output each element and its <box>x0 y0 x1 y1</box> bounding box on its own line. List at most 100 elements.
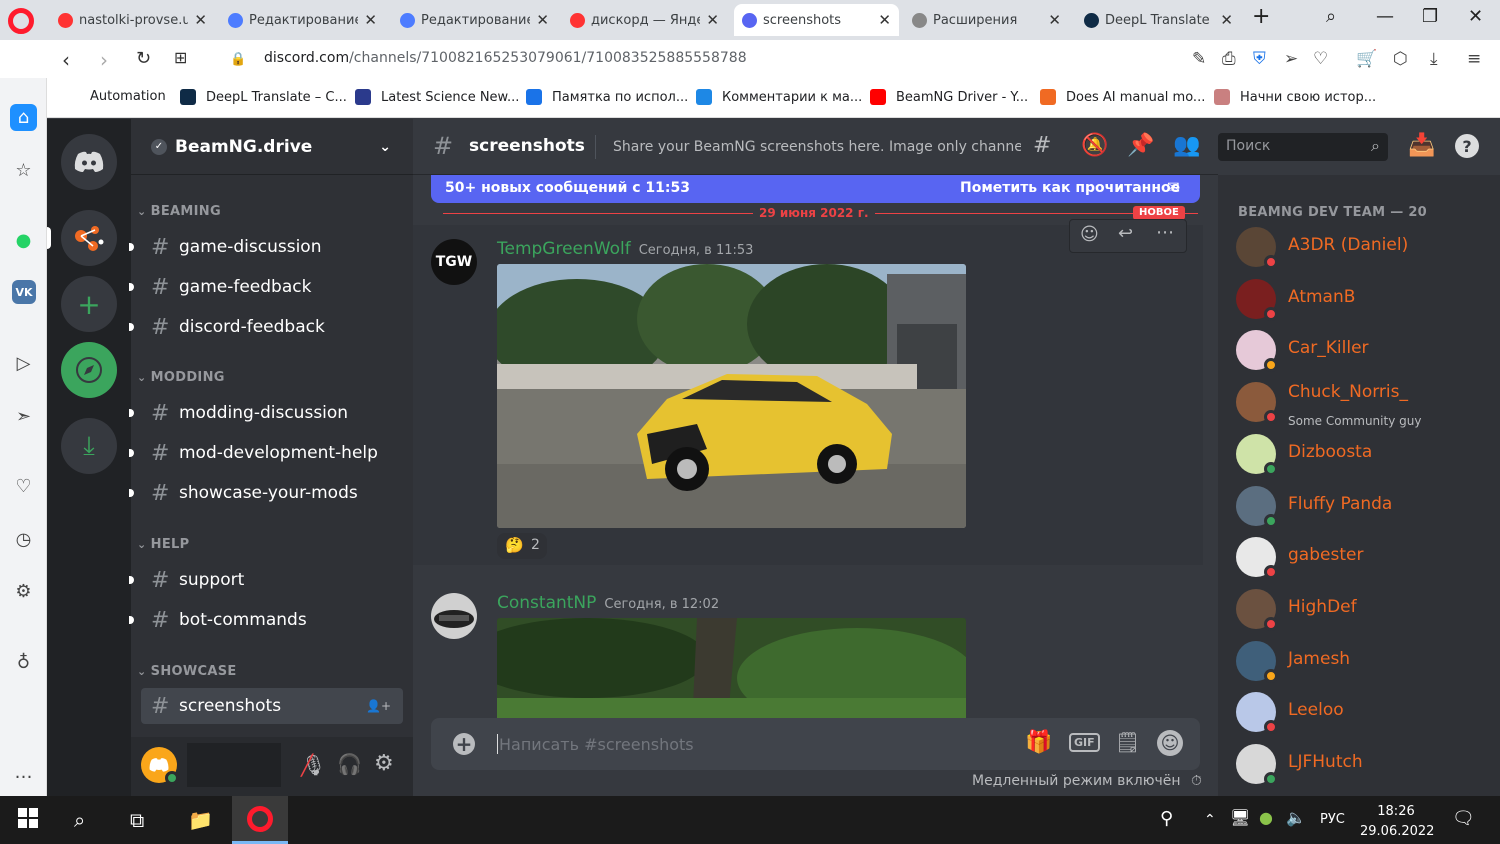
more-icon[interactable]: … <box>10 759 37 786</box>
channel-topic[interactable]: Share your BeamNG screenshots here. Imag… <box>613 139 1021 155</box>
reload-button[interactable]: ↻ <box>136 48 151 69</box>
discord-home-icon[interactable] <box>61 134 117 190</box>
chevron-up-icon[interactable]: ⌃ <box>1204 812 1216 828</box>
channel-mod-development-help[interactable]: # mod-development-help <box>141 435 403 471</box>
close-window-button[interactable]: ✕ <box>1468 6 1483 27</box>
bookmark-item[interactable]: Комментарии к ма... <box>696 89 862 105</box>
whatsapp-icon[interactable]: ● <box>10 227 37 254</box>
category-showcase[interactable]: ⌄ SHOWCASE <box>137 664 237 679</box>
opera-logo-icon[interactable] <box>8 8 34 34</box>
reaction-chip[interactable]: 🤔 2 <box>497 533 547 559</box>
notifications-muted-icon[interactable]: 🔕 <box>1081 133 1108 158</box>
explore-servers-icon[interactable] <box>61 342 117 398</box>
message-input[interactable]: Написать #screenshots <box>499 735 694 754</box>
threads-icon[interactable]: # <box>1033 133 1051 158</box>
reply-icon[interactable]: ↩ <box>1118 223 1133 244</box>
more-options-icon[interactable]: ⋯ <box>1156 222 1174 243</box>
avatar[interactable] <box>141 747 179 785</box>
forward-button[interactable]: › <box>100 48 108 72</box>
channel-support[interactable]: # support <box>141 562 403 598</box>
channel-modding-discussion[interactable]: # modding-discussion <box>141 395 403 431</box>
member-item[interactable]: LJFHutch <box>1236 744 1496 788</box>
download-icon[interactable]: ⤓ <box>1430 49 1438 69</box>
browser-tab[interactable]: DeepL Translate - ✕ <box>1076 4 1241 36</box>
screenshot-image[interactable] <box>497 264 966 528</box>
browser-tab[interactable]: Редактирование ✕ <box>392 4 557 36</box>
volume-icon[interactable]: 🔈 <box>1286 808 1306 827</box>
channel-bot-commands[interactable]: # bot-commands <box>141 602 403 638</box>
network-icon[interactable]: 🖥 <box>1230 808 1250 827</box>
invite-icon[interactable]: 👤+ <box>366 699 391 713</box>
share-icon[interactable]: ✎ <box>1192 49 1206 69</box>
send-icon[interactable]: ➣ <box>10 403 37 430</box>
people-icon[interactable]: ⚲ <box>1160 808 1173 829</box>
emoji-picker-icon[interactable]: ☺ <box>1157 730 1183 756</box>
bookmark-item[interactable]: DeepL Translate – C... <box>180 89 347 105</box>
url-field[interactable]: discord.com/channels/710082165253079061/… <box>264 50 747 66</box>
settings-gear-icon[interactable]: ⚙ <box>374 751 394 776</box>
author-name[interactable]: TempGreenWolf <box>497 239 631 259</box>
send-icon[interactable]: ➢ <box>1284 49 1298 69</box>
camera-icon[interactable]: ⎙ <box>1222 49 1236 69</box>
bookmark-item[interactable]: Памятка по испол... <box>526 89 688 105</box>
file-explorer-icon[interactable]: 📁 <box>188 808 213 832</box>
close-tab-icon[interactable]: ✕ <box>706 11 719 29</box>
player-icon[interactable]: ▷ <box>10 350 37 377</box>
restore-button[interactable]: ❐ <box>1422 6 1438 27</box>
browser-tab[interactable]: дискорд — Яндек ✕ <box>562 4 727 36</box>
attach-plus-button[interactable]: + <box>453 732 475 756</box>
category-modding[interactable]: ⌄ MODDING <box>137 370 225 385</box>
browser-tab[interactable]: nastolki-provse.u ✕ <box>50 4 215 36</box>
close-tab-icon[interactable]: ✕ <box>1048 11 1061 29</box>
home-icon[interactable]: ⌂ <box>10 104 37 131</box>
settings-icon[interactable]: ⚙ <box>10 578 37 605</box>
cube-icon[interactable]: ⬡ <box>1393 49 1408 69</box>
close-tab-icon[interactable]: ✕ <box>878 11 891 29</box>
member-item[interactable]: AtmanB <box>1236 279 1496 323</box>
browser-tab[interactable]: screenshots ✕ <box>734 4 899 36</box>
author-name[interactable]: ConstantNP <box>497 593 596 613</box>
cart-icon[interactable]: 🛒 <box>1356 49 1377 69</box>
member-item[interactable]: HighDef <box>1236 589 1496 633</box>
back-button[interactable]: ‹ <box>62 48 70 72</box>
close-tab-icon[interactable]: ✕ <box>1220 11 1233 29</box>
member-item[interactable]: Dizboosta <box>1236 434 1496 478</box>
channel-discord-feedback[interactable]: # discord-feedback <box>141 309 403 345</box>
browser-tab[interactable]: Расширения ✕ <box>904 4 1069 36</box>
gif-button[interactable]: GIF <box>1069 733 1100 752</box>
member-item[interactable]: Leeloo <box>1236 692 1496 736</box>
sticker-icon[interactable]: 🗒 <box>1115 730 1140 754</box>
vpn-shield-icon[interactable]: ⛨ <box>1253 49 1266 69</box>
headphones-icon[interactable]: 🎧 <box>337 752 362 776</box>
bookmark-item[interactable]: BeamNG Driver - Y... <box>870 89 1028 105</box>
minimize-button[interactable]: — <box>1376 6 1394 27</box>
channel-game-feedback[interactable]: # game-feedback <box>141 269 403 305</box>
notifications-icon[interactable]: 🗨 <box>1452 808 1475 829</box>
speed-dial-icon[interactable]: ⊞ <box>174 48 187 67</box>
category-beaming[interactable]: ⌄ BEAMING <box>137 204 221 219</box>
search-input[interactable]: Поиск <box>1226 138 1270 154</box>
task-view-icon[interactable]: ⧉ <box>130 808 144 832</box>
heart-icon[interactable]: ♡ <box>1313 49 1328 69</box>
help-icon[interactable]: ? <box>1455 134 1479 158</box>
search-tabs-icon[interactable]: ⌕ <box>1326 6 1336 27</box>
member-list-icon[interactable]: 👥 <box>1173 133 1200 158</box>
browser-tab[interactable]: Редактирование ✕ <box>220 4 385 36</box>
gift-icon[interactable]: 🎁 <box>1025 730 1052 755</box>
inbox-icon[interactable]: 📥 <box>1408 133 1435 158</box>
member-item[interactable]: A3DR (Daniel) <box>1236 227 1496 271</box>
search-box[interactable]: Поиск ⌕ <box>1218 133 1388 161</box>
bookmark-item[interactable]: Latest Science New... <box>355 89 519 105</box>
language-indicator[interactable]: РУС <box>1320 812 1345 827</box>
channel-showcase-your-mods[interactable]: # showcase-your-mods <box>141 475 403 511</box>
server-header[interactable]: ✓ BeamNG.drive ⌄ <box>131 119 413 175</box>
clock[interactable]: 18:26 29.06.2022 <box>1360 802 1434 842</box>
member-item[interactable]: Jamesh <box>1236 641 1496 685</box>
history-icon[interactable]: ◷ <box>10 526 37 553</box>
opera-taskbar-button[interactable] <box>232 796 288 844</box>
member-item[interactable]: Car_Killer <box>1236 330 1496 374</box>
vk-icon[interactable]: VK <box>12 280 36 304</box>
screenshot-image[interactable] <box>497 618 966 718</box>
mute-icon[interactable]: 🎙 ╱ <box>301 753 326 777</box>
close-tab-icon[interactable]: ✕ <box>364 11 377 29</box>
